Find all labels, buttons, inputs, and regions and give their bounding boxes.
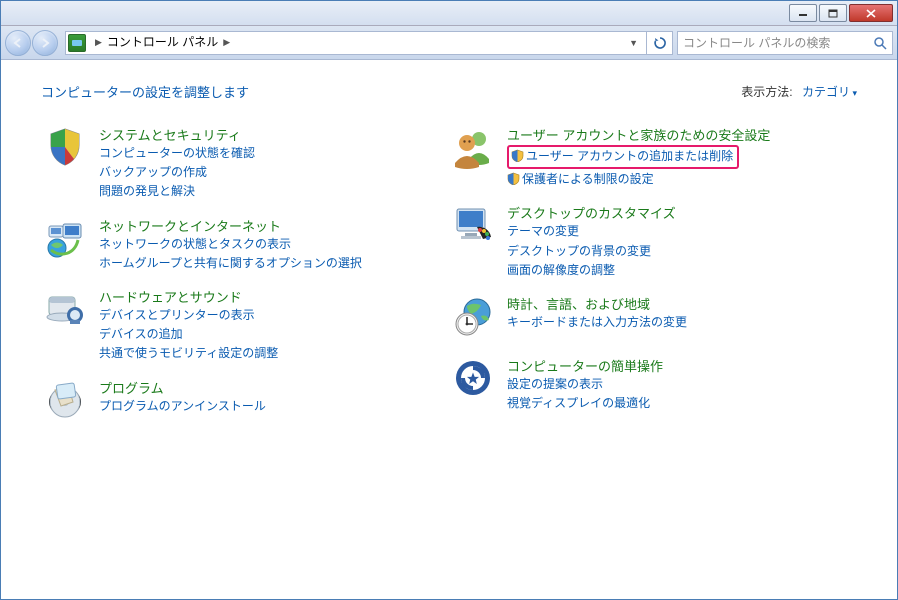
category-link-network[interactable]: ネットワークとインターネット [99, 219, 281, 234]
link-input-method[interactable]: キーボードまたは入力方法の変更 [507, 313, 687, 332]
refresh-button[interactable] [647, 31, 673, 55]
category-link-hardware[interactable]: ハードウェアとサウンド [99, 290, 242, 305]
category-appearance: デスクトップのカスタマイズ テーマの変更 デスクトップの背景の変更 画面の解像度… [449, 203, 857, 280]
link-suggest-settings[interactable]: 設定の提案の表示 [507, 375, 603, 394]
maximize-icon [828, 9, 838, 18]
back-button[interactable] [5, 30, 31, 56]
category-hardware: ハードウェアとサウンド デバイスとプリンターの表示 デバイスの追加 共通で使うモ… [41, 287, 449, 364]
search-box[interactable] [677, 31, 893, 55]
view-by-dropdown[interactable]: カテゴリ [802, 85, 857, 99]
link-add-remove-accounts[interactable]: ユーザー アカウントの追加または削除 [526, 147, 733, 166]
ease-of-access-icon [449, 356, 497, 404]
network-icon [41, 216, 89, 264]
chevron-right-icon: ▶ [218, 37, 235, 48]
uac-shield-icon [507, 172, 520, 185]
link-mobility[interactable]: 共通で使うモビリティ設定の調整 [99, 344, 278, 363]
content-area: コンピューターの設定を調整します 表示方法: カテゴリ シ [1, 60, 897, 599]
navigation-toolbar: ▶ コントロール パネル ▶ ▼ [1, 26, 897, 60]
left-column: システムとセキュリティ コンピューターの状態を確認 バックアップの作成 問題の発… [41, 125, 449, 440]
users-icon [449, 125, 497, 173]
link-uninstall[interactable]: プログラムのアンインストール [99, 397, 266, 416]
link-add-device[interactable]: デバイスの追加 [99, 325, 183, 344]
link-parental-controls[interactable]: 保護者による制限の設定 [522, 170, 654, 189]
category-network: ネットワークとインターネット ネットワークの状態とタスクの表示 ホームグループと… [41, 216, 449, 273]
search-icon[interactable] [873, 36, 887, 50]
hardware-icon [41, 287, 89, 335]
link-check-status[interactable]: コンピューターの状態を確認 [99, 144, 255, 163]
uac-shield-icon [511, 149, 524, 162]
category-programs: プログラム プログラムのアンインストール [41, 378, 449, 426]
arrow-right-icon [39, 37, 51, 49]
link-resolution[interactable]: 画面の解像度の調整 [507, 261, 615, 280]
address-dropdown[interactable]: ▼ [623, 38, 644, 48]
minimize-icon [798, 9, 808, 17]
link-devices-printers[interactable]: デバイスとプリンターの表示 [99, 306, 255, 325]
search-input[interactable] [683, 36, 869, 50]
clock-region-icon [449, 294, 497, 342]
breadcrumb-root[interactable]: コントロール パネル [107, 33, 218, 52]
link-network-status[interactable]: ネットワークの状態とタスクの表示 [99, 235, 291, 254]
close-icon [866, 9, 876, 18]
category-link-system[interactable]: システムとセキュリティ [99, 128, 241, 143]
minimize-button[interactable] [789, 4, 817, 22]
category-link-users[interactable]: ユーザー アカウントと家族のための安全設定 [507, 128, 770, 143]
view-by: 表示方法: カテゴリ [741, 83, 857, 100]
page-heading: コンピューターの設定を調整します [41, 82, 249, 101]
forward-button[interactable] [32, 30, 58, 56]
category-link-ease[interactable]: コンピューターの簡単操作 [507, 359, 663, 374]
address-bar[interactable]: ▶ コントロール パネル ▶ ▼ [65, 31, 647, 55]
category-link-clock[interactable]: 時計、言語、および地域 [507, 297, 650, 312]
link-backup[interactable]: バックアップの作成 [99, 163, 207, 182]
view-by-label: 表示方法: [741, 85, 792, 99]
programs-icon [41, 378, 89, 426]
category-ease: コンピューターの簡単操作 設定の提案の表示 視覚ディスプレイの最適化 [449, 356, 857, 413]
link-optimize-display[interactable]: 視覚ディスプレイの最適化 [507, 394, 650, 413]
category-link-programs[interactable]: プログラム [99, 381, 164, 396]
window-titlebar [1, 1, 897, 26]
category-link-appearance[interactable]: デスクトップのカスタマイズ [507, 206, 676, 221]
refresh-icon [653, 36, 667, 50]
maximize-button[interactable] [819, 4, 847, 22]
close-button[interactable] [849, 4, 893, 22]
system-security-icon [41, 125, 89, 173]
category-system: システムとセキュリティ コンピューターの状態を確認 バックアップの作成 問題の発… [41, 125, 449, 202]
category-users: ユーザー アカウントと家族のための安全設定 ユーザー アカウントの追加または削除… [449, 125, 857, 189]
control-panel-icon [68, 34, 86, 52]
link-change-background[interactable]: デスクトップの背景の変更 [507, 242, 651, 261]
highlight-annotation: ユーザー アカウントの追加または削除 [507, 145, 739, 169]
link-homegroup[interactable]: ホームグループと共有に関するオプションの選択 [99, 254, 362, 273]
link-change-theme[interactable]: テーマの変更 [507, 222, 579, 241]
arrow-left-icon [12, 37, 24, 49]
chevron-right-icon: ▶ [90, 37, 107, 48]
category-clock: 時計、言語、および地域 キーボードまたは入力方法の変更 [449, 294, 857, 342]
link-troubleshoot[interactable]: 問題の発見と解決 [99, 182, 195, 201]
appearance-icon [449, 203, 497, 251]
right-column: ユーザー アカウントと家族のための安全設定 ユーザー アカウントの追加または削除… [449, 125, 857, 440]
